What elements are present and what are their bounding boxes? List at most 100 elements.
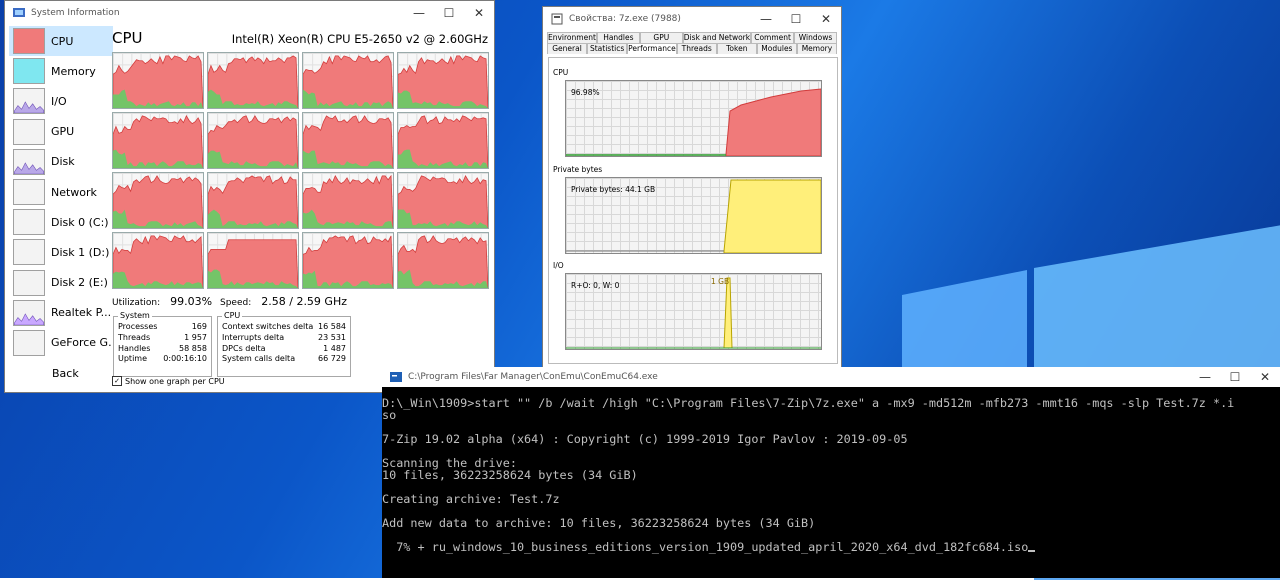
console-line: 7-Zip 19.02 alpha (x64) : Copyright (c) … [382, 433, 1280, 445]
console-line-text: so [382, 408, 397, 422]
disk-graph-icon [13, 269, 45, 296]
console-line-text: D:\_Win\1909>start "" /b /wait /high "C:… [382, 396, 1235, 410]
sidebar-item[interactable]: I/O [9, 86, 113, 116]
tab-row: General Statistics Performance Threads Token… [547, 43, 837, 54]
tab-environment[interactable]: Environment [547, 32, 597, 43]
sidebar-item-label: I/O [51, 94, 67, 108]
maximize-button[interactable]: ☐ [1220, 366, 1250, 388]
sidebar-item[interactable]: GPU [9, 117, 113, 147]
tab-gpu[interactable]: GPU [639, 32, 683, 43]
cpu-core-graph [207, 112, 299, 169]
stat-value: 0:00:16:10 [163, 354, 207, 364]
tab-performance[interactable]: Performance [627, 43, 677, 54]
console-output[interactable]: D:\_Win\1909>start "" /b /wait /high "C:… [382, 397, 1280, 553]
system-stat-row: Handles 58 858 [114, 344, 211, 355]
io-group-label: I/O [553, 261, 564, 270]
performance-panel: CPU 96.98% Private bytes Private bytes: … [548, 57, 838, 364]
cpu-core-graph [302, 172, 394, 229]
io-group: I/O R+O: 0, W: 0 1 GB [553, 261, 832, 350]
tab-threads[interactable]: Threads [676, 43, 717, 54]
title-bar[interactable]: C:\Program Files\Far Manager\ConEmu\ConE… [382, 367, 1280, 387]
cpu-graphs-grid [112, 52, 490, 292]
cpu-core-graph [302, 52, 394, 109]
system-stat-row: Uptime 0:00:16:10 [114, 354, 211, 365]
console-line: D:\_Win\1909>start "" /b /wait /high "C:… [382, 397, 1280, 409]
cpu-history-chart: 96.98% [565, 80, 822, 157]
stat-name: Processes [118, 322, 158, 331]
sidebar-item-label: Disk 2 (E:) [51, 276, 108, 290]
cpu-core-graph [112, 232, 204, 289]
tab-modules[interactable]: Modules [756, 43, 797, 54]
cpu-stat-row: Context switches delta 16 584 [218, 322, 350, 333]
io-graph-icon [13, 88, 45, 115]
sidebar: CPU Memory I/O GPU Disk Network Disk 0 (C:) Dis… [9, 26, 113, 358]
cpu-core-graph [397, 232, 489, 289]
maximize-button[interactable]: ☐ [434, 2, 464, 24]
console-line-text: 10 files, 36223258624 bytes (34 GiB) [382, 468, 638, 482]
io-peak-label: 1 GB [711, 277, 730, 286]
title-bar[interactable]: System Information — ☐ ✕ [5, 1, 494, 25]
console-line-text: Add new data to archive: 10 files, 36223… [382, 516, 816, 530]
minimize-button[interactable]: — [1190, 366, 1220, 388]
sidebar-item[interactable]: GeForce G... [9, 328, 113, 358]
sidebar-item[interactable]: Realtek P... [9, 298, 113, 328]
app-icon [13, 7, 25, 19]
console-line: so [382, 409, 1280, 421]
app-icon [551, 13, 563, 25]
tab-token[interactable]: Token [716, 43, 757, 54]
cpu-group: CPU 96.98% [553, 68, 832, 157]
maximize-button[interactable]: ☐ [781, 8, 811, 30]
tab-windows[interactable]: Windows [794, 32, 838, 43]
tab-strip: Environment Handles GPU Disk and Network Com… [547, 32, 838, 54]
tab-handles[interactable]: Handles [596, 32, 640, 43]
tab-comment[interactable]: Comment [751, 32, 795, 43]
page-title: CPU [112, 29, 143, 47]
stat-value: 66 729 [318, 354, 346, 364]
cpu-core-graph [397, 112, 489, 169]
network-graph-icon [13, 299, 45, 326]
sidebar-item[interactable]: Disk 1 (D:) [9, 237, 113, 267]
stat-name: Handles [118, 343, 151, 353]
sidebar-item[interactable]: Network [9, 177, 113, 207]
sidebar-item-label: GPU [51, 125, 75, 139]
checkbox-check-icon: ✓ [112, 376, 122, 386]
minimize-button[interactable]: — [404, 2, 434, 24]
sidebar-item-label: Disk [51, 155, 75, 169]
stat-value: 23 531 [318, 332, 346, 342]
sidebar-item[interactable]: Disk 2 (E:) [9, 268, 113, 298]
private-bytes-group: Private bytes Private bytes: 44.1 GB [553, 165, 832, 254]
private-bytes-chart: Private bytes: 44.1 GB [565, 177, 822, 254]
utilization-label: Utilization: [112, 298, 161, 308]
console-line: 10 files, 36223258624 bytes (34 GiB) [382, 469, 1280, 481]
speed-readout: Speed: 2.58 / 2.59 GHz [220, 295, 347, 308]
close-button[interactable]: ✕ [464, 2, 494, 24]
tab-statistics[interactable]: Statistics [587, 43, 628, 54]
console-line-text: 7-Zip 19.02 alpha (x64) : Copyright (c) … [382, 432, 908, 446]
close-button[interactable]: ✕ [1250, 366, 1280, 388]
cpu-model-label: Intel(R) Xeon(R) CPU E5-2650 v2 @ 2.60GH… [231, 32, 488, 46]
sidebar-item[interactable]: Disk [9, 147, 113, 177]
cpu-stat-row: Interrupts delta 23 531 [218, 333, 350, 344]
gpu-graph-icon [13, 118, 45, 145]
back-button[interactable]: Back [52, 367, 79, 380]
sidebar-item[interactable]: Memory [9, 56, 113, 86]
tab-memory[interactable]: Memory [796, 43, 837, 54]
cpu-core-graph [397, 172, 489, 229]
cpu-group-label: CPU [553, 68, 569, 77]
minimize-button[interactable]: — [751, 8, 781, 30]
sidebar-item[interactable]: CPU [9, 26, 113, 57]
one-graph-per-cpu-checkbox[interactable]: ✓ Show one graph per CPU [112, 376, 225, 386]
cpu-stat-row: System calls delta 66 729 [218, 354, 350, 365]
system-box-title: System [118, 311, 152, 320]
console-line-text: Creating archive: Test.7z [382, 492, 560, 506]
sidebar-item[interactable]: Disk 0 (C:) [9, 207, 113, 237]
console-line-text: 7% + ru_windows_10_business_editions_ver… [382, 540, 1029, 554]
stat-name: Uptime [118, 354, 148, 364]
disk-graph-icon [13, 209, 45, 236]
cpu-core-graph [207, 52, 299, 109]
close-button[interactable]: ✕ [811, 8, 841, 30]
tab-general[interactable]: General [547, 43, 588, 54]
cpu-box-title: CPU [222, 311, 243, 320]
tab-disk-and-network[interactable]: Disk and Network [682, 32, 752, 43]
title-bar[interactable]: Свойства: 7z.exe (7988) — ☐ ✕ [543, 7, 841, 31]
